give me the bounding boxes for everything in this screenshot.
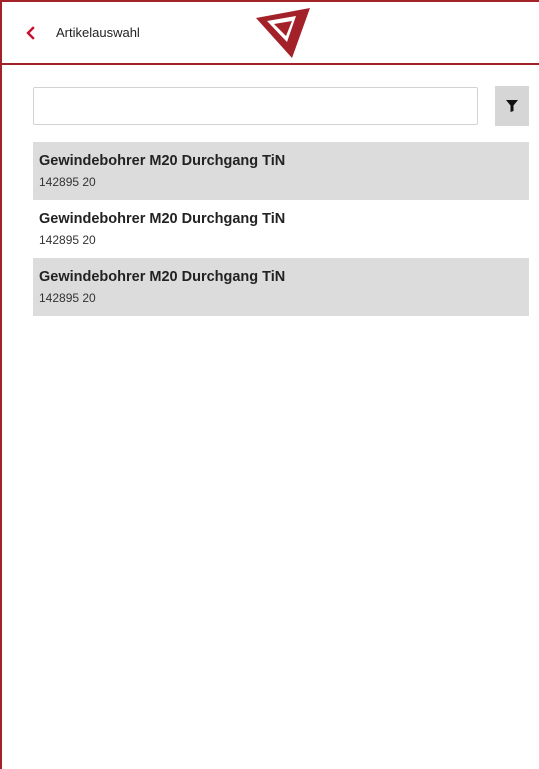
filter-button[interactable] bbox=[495, 86, 529, 126]
page-title: Artikelauswahl bbox=[56, 25, 140, 40]
header-bar: Artikelauswahl bbox=[2, 2, 539, 65]
item-number: 142895 20 bbox=[39, 291, 96, 305]
list-item[interactable]: Gewindebohrer M20 Durchgang TiN 142895 2… bbox=[33, 142, 529, 200]
main-content: Gewindebohrer M20 Durchgang TiN 142895 2… bbox=[2, 65, 539, 316]
item-title: Gewindebohrer M20 Durchgang TiN bbox=[39, 211, 286, 227]
item-title: Gewindebohrer M20 Durchgang TiN bbox=[39, 153, 286, 169]
list-item[interactable]: Gewindebohrer M20 Durchgang TiN 142895 2… bbox=[33, 258, 529, 316]
article-list: Gewindebohrer M20 Durchgang TiN 142895 2… bbox=[33, 142, 529, 316]
item-number: 142895 20 bbox=[39, 175, 96, 189]
back-button[interactable]: Artikelauswahl bbox=[2, 2, 140, 63]
search-input[interactable] bbox=[33, 87, 478, 125]
red-triangle-logo bbox=[256, 8, 310, 58]
app-frame: Artikelauswahl Gewindebohrer M20 Durchga… bbox=[0, 0, 539, 769]
list-item[interactable]: Gewindebohrer M20 Durchgang TiN 142895 2… bbox=[33, 200, 529, 258]
filter-funnel-icon bbox=[506, 100, 518, 112]
item-title: Gewindebohrer M20 Durchgang TiN bbox=[39, 269, 286, 285]
chevron-left-icon bbox=[26, 25, 35, 40]
search-row bbox=[33, 85, 529, 127]
item-number: 142895 20 bbox=[39, 233, 96, 247]
